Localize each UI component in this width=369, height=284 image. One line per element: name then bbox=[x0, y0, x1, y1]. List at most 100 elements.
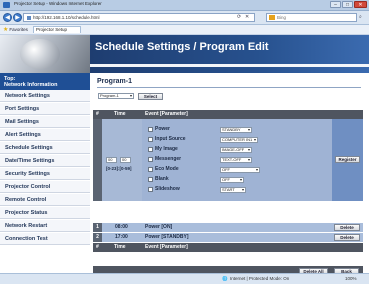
input-source-select[interactable]: COMPUTER IN1 ▾ bbox=[220, 137, 258, 143]
star-icon: ★ bbox=[3, 27, 9, 33]
chevron-down-icon: ▾ bbox=[241, 187, 244, 192]
col-hash: # bbox=[96, 111, 99, 117]
messenger-checkbox[interactable] bbox=[148, 157, 153, 162]
page-icon bbox=[27, 15, 31, 20]
sidebar-item-date-time-settings[interactable]: Date/Time Settings bbox=[0, 155, 90, 167]
lens-graphic bbox=[20, 39, 60, 69]
sidebar-item-remote-control[interactable]: Remote Control bbox=[0, 194, 90, 206]
minimize-button[interactable]: – bbox=[330, 1, 341, 8]
messenger-select-value: TEXT-OFF bbox=[222, 157, 242, 162]
sidebar-item-schedule-settings[interactable]: Schedule Settings bbox=[0, 142, 90, 154]
bing-icon bbox=[269, 15, 275, 20]
chevron-down-icon: ▾ bbox=[247, 147, 250, 152]
browser-window: Projector Setup - Windows Internet Explo… bbox=[0, 0, 369, 284]
col-time: Time bbox=[114, 244, 126, 250]
favorites-label: Favorites bbox=[9, 27, 28, 32]
sidebar-item-projector-control[interactable]: Projector Control bbox=[0, 181, 90, 193]
search-icon[interactable]: ⌕ bbox=[359, 14, 362, 20]
eco-mode-label: Eco Mode bbox=[155, 166, 179, 172]
minute-value: 00 bbox=[122, 157, 127, 162]
power-select-value: STANDBY bbox=[222, 127, 241, 132]
input-source-select-value: COMPUTER IN1 bbox=[222, 137, 253, 142]
sidebar-top-line2: Network Information bbox=[4, 82, 58, 88]
delete-button[interactable]: Delete bbox=[334, 224, 360, 231]
search-input[interactable]: Bing bbox=[266, 13, 357, 22]
slideshow-label: Slideshow bbox=[155, 186, 180, 192]
page-content: Schedule Settings / Program Edit Top: Ne… bbox=[0, 35, 369, 276]
sidebar-item-security-settings[interactable]: Security Settings bbox=[0, 168, 90, 180]
new-event-time-cell: 00 00 [0-23]:[0-59] bbox=[102, 119, 142, 201]
sidebar-item-projector-status[interactable]: Projector Status bbox=[0, 207, 90, 219]
favorites-button[interactable]: ★Favorites bbox=[3, 26, 28, 34]
chevron-down-icon: ▾ bbox=[253, 137, 256, 142]
row-number: 1 bbox=[93, 223, 102, 232]
slideshow-select[interactable]: START ▾ bbox=[220, 187, 246, 193]
eco-mode-checkbox[interactable] bbox=[148, 167, 153, 172]
table-row: 2 17:00 Power [STANDBY] Delete bbox=[93, 233, 363, 242]
sidebar-item-port-settings[interactable]: Port Settings bbox=[0, 103, 90, 115]
messenger-label: Messenger bbox=[155, 156, 182, 162]
eco-mode-select[interactable]: OFF ▾ bbox=[220, 167, 260, 173]
table-header: # Time Event [Parameter] bbox=[93, 110, 363, 119]
event-row-eco-mode: Eco Mode OFF ▾ bbox=[148, 165, 316, 175]
col-hash: # bbox=[96, 244, 99, 250]
status-bar: 🌐 Internet | Protected Mode: On 100% bbox=[0, 273, 369, 284]
power-checkbox[interactable] bbox=[148, 127, 153, 132]
input-source-label: Input Source bbox=[155, 136, 186, 142]
event-row-messenger: Messenger TEXT-OFF ▾ bbox=[148, 155, 316, 165]
program-select-value: Program-1 bbox=[100, 93, 119, 98]
my-image-checkbox[interactable] bbox=[148, 147, 153, 152]
main-panel: Program-1 Program-1 ▾ Select # Time Event… bbox=[93, 73, 363, 276]
eco-mode-select-value: OFF bbox=[222, 167, 230, 172]
forward-nav-button[interactable]: ▶ bbox=[13, 13, 22, 22]
slideshow-checkbox[interactable] bbox=[148, 187, 153, 192]
col-event: Event [Parameter] bbox=[145, 111, 188, 117]
address-input[interactable]: http://192.168.1.10/schedule.html bbox=[23, 13, 255, 22]
my-image-label: My Image bbox=[155, 146, 178, 152]
sidebar-item-connection-test[interactable]: Connection Test bbox=[0, 233, 90, 245]
chevron-down-icon: ▾ bbox=[247, 127, 250, 132]
refresh-icon[interactable]: ⟳ bbox=[237, 14, 241, 20]
browser-tab[interactable]: Projector Setup bbox=[33, 26, 81, 33]
col-event: Event [Parameter] bbox=[145, 244, 188, 250]
window-title: Projector Setup - Windows Internet Explo… bbox=[14, 1, 102, 6]
logo-image bbox=[0, 35, 90, 73]
close-button[interactable]: ✕ bbox=[354, 1, 367, 8]
new-event-panel: 00 00 [0-23]:[0-59] Power STANDBY ▾ Input … bbox=[93, 119, 363, 201]
row-time: 17:00 bbox=[115, 234, 128, 240]
new-event-action: Register bbox=[332, 119, 363, 201]
stop-icon[interactable]: ✕ bbox=[245, 14, 249, 20]
table-row: 1 08:00 Power [ON] Delete bbox=[93, 223, 363, 232]
back-nav-button[interactable]: ◀ bbox=[3, 13, 12, 22]
power-select[interactable]: STANDBY ▾ bbox=[220, 127, 252, 133]
event-row-my-image: My Image IMAGE-OFF ▾ bbox=[148, 145, 316, 155]
input-source-checkbox[interactable] bbox=[148, 137, 153, 142]
page-header: Schedule Settings / Program Edit bbox=[90, 35, 369, 73]
register-button[interactable]: Register bbox=[335, 156, 360, 163]
select-button[interactable]: Select bbox=[138, 92, 163, 100]
chevron-down-icon: ▾ bbox=[239, 177, 242, 182]
minute-input[interactable]: 00 bbox=[120, 157, 131, 163]
sidebar-item-top[interactable]: Top: Network Information bbox=[0, 73, 90, 90]
my-image-select[interactable]: IMAGE-OFF ▾ bbox=[220, 147, 252, 153]
hour-input[interactable]: 00 bbox=[106, 157, 117, 163]
event-row-input-source: Input Source COMPUTER IN1 ▾ bbox=[148, 135, 316, 145]
messenger-select[interactable]: TEXT-OFF ▾ bbox=[220, 157, 252, 163]
page-title: Schedule Settings / Program Edit bbox=[95, 41, 269, 53]
blank-checkbox[interactable] bbox=[148, 177, 153, 182]
sidebar: Top: Network Information Network Setting… bbox=[0, 73, 90, 273]
sidebar-item-mail-settings[interactable]: Mail Settings bbox=[0, 116, 90, 128]
col-time: Time bbox=[114, 111, 126, 117]
blank-select[interactable]: OFF ▾ bbox=[220, 177, 244, 183]
chevron-down-icon: ▾ bbox=[255, 167, 258, 172]
event-row-power: Power STANDBY ▾ bbox=[148, 125, 316, 135]
sidebar-item-alert-settings[interactable]: Alert Settings bbox=[0, 129, 90, 141]
program-select[interactable]: Program-1 ▾ bbox=[98, 93, 134, 99]
blank-select-value: OFF bbox=[222, 177, 230, 182]
delete-button[interactable]: Delete bbox=[334, 234, 360, 241]
power-label: Power bbox=[155, 126, 171, 132]
maximize-button[interactable]: □ bbox=[342, 1, 353, 8]
event-row-slideshow: Slideshow START ▾ bbox=[148, 185, 316, 195]
sidebar-item-network-settings[interactable]: Network Settings bbox=[0, 90, 90, 102]
sidebar-item-network-restart[interactable]: Network Restart bbox=[0, 220, 90, 232]
